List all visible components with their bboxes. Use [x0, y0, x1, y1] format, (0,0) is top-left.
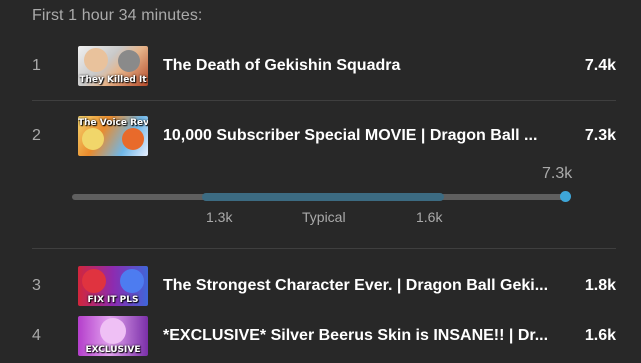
range-low-label: 1.3k: [206, 209, 233, 225]
views-comparison-panel: First 1 hour 34 minutes: 1 They Killed I…: [0, 0, 641, 363]
video-title[interactable]: The Death of Gekishin Squadra: [163, 57, 553, 75]
current-value-label: 7.3k: [542, 165, 573, 182]
views-range-chart: 7.3k 1.3k Typical 1.6k: [72, 160, 584, 230]
thumbnail-caption: The Voice Reveal: [78, 118, 148, 128]
video-row-3[interactable]: 3 FIX IT PLS The Strongest Character Eve…: [32, 266, 616, 306]
video-thumbnail[interactable]: FIX IT PLS: [78, 266, 148, 306]
video-thumbnail[interactable]: The Voice Reveal: [78, 116, 148, 156]
typical-range-band: [202, 193, 444, 201]
video-thumbnail[interactable]: They Killed It: [78, 46, 148, 86]
video-rank: 1: [32, 57, 41, 74]
video-views: 1.8k: [584, 277, 616, 294]
thumbnail-caption: They Killed It: [79, 75, 147, 85]
video-views: 1.6k: [584, 327, 616, 344]
video-rank: 2: [32, 127, 41, 144]
video-thumbnail[interactable]: EXCLUSIVE: [78, 316, 148, 356]
video-row-2[interactable]: 2 The Voice Reveal 10,000 Subscriber Spe…: [32, 116, 616, 156]
video-views: 7.4k: [584, 57, 616, 74]
thumbnail-caption: EXCLUSIVE: [85, 345, 141, 355]
section-header: First 1 hour 34 minutes:: [32, 7, 203, 24]
thumbnail-caption: FIX IT PLS: [87, 295, 139, 305]
video-title[interactable]: 10,000 Subscriber Special MOVIE | Dragon…: [163, 127, 553, 145]
video-views: 7.3k: [584, 127, 616, 144]
video-row-4[interactable]: 4 EXCLUSIVE *EXCLUSIVE* Silver Beerus Sk…: [32, 316, 616, 356]
video-rank: 3: [32, 277, 41, 294]
current-value-marker: [560, 191, 571, 202]
typical-label: Typical: [302, 209, 346, 225]
range-high-label: 1.6k: [416, 209, 443, 225]
video-rank: 4: [32, 327, 41, 344]
video-title[interactable]: The Strongest Character Ever. | Dragon B…: [163, 277, 553, 295]
video-row-1[interactable]: 1 They Killed It The Death of Gekishin S…: [32, 46, 616, 86]
divider: [32, 100, 616, 101]
video-title[interactable]: *EXCLUSIVE* Silver Beerus Skin is INSANE…: [163, 327, 553, 345]
divider: [32, 248, 616, 249]
